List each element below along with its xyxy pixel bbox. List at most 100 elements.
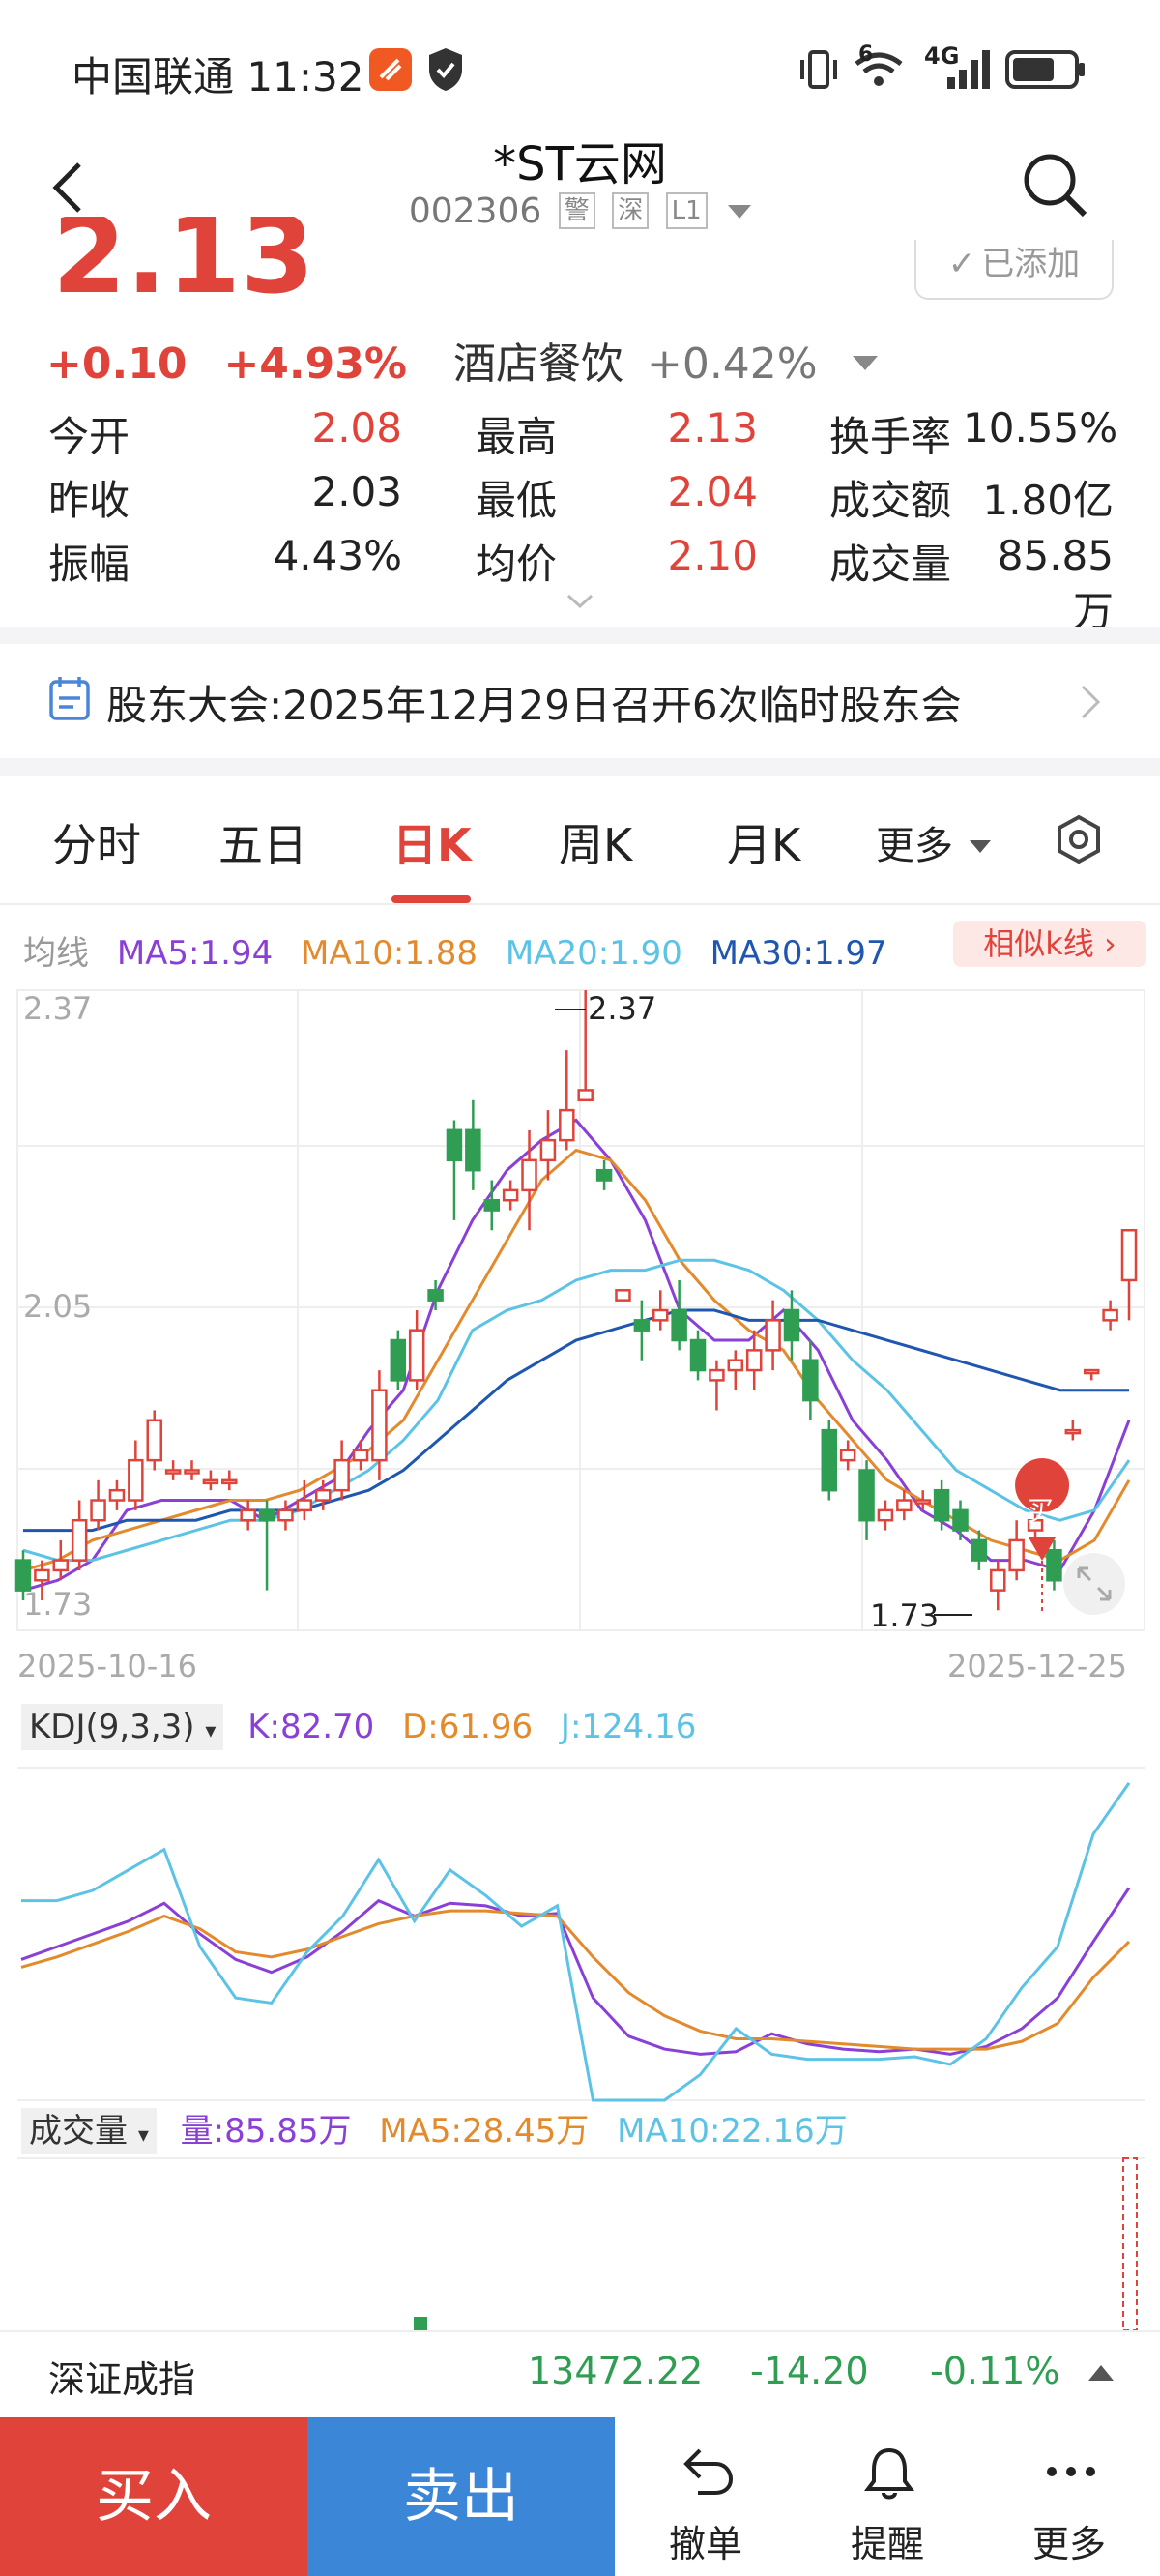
battery-icon <box>1005 50 1085 89</box>
candle-up <box>371 1389 388 1462</box>
ma20-value: MA20:1.90 <box>505 934 682 973</box>
caret-down-icon <box>728 205 752 219</box>
similar-k-button[interactable]: 相似k线 › <box>953 921 1146 967</box>
volume-bar-latest <box>1122 2157 1138 2330</box>
current-price: 2.13 <box>52 217 315 306</box>
stat-label: 最低 <box>476 477 558 524</box>
candle-down <box>258 1508 276 1522</box>
candle-down <box>595 1168 613 1182</box>
candle-up <box>1102 1308 1118 1322</box>
kdj-legend[interactable]: KDJ(9,3,3) ▾ K:82.70 D:61.96 J:124.16 <box>21 1704 697 1750</box>
calendar-icon <box>49 677 90 720</box>
stat-label: 今开 <box>48 413 130 460</box>
section-divider <box>0 903 1160 905</box>
stat-value: 10.55% <box>963 404 1118 452</box>
expand-chevron-icon[interactable] <box>566 592 594 611</box>
candle-up <box>52 1559 70 1572</box>
kdj-selector[interactable]: KDJ(9,3,3) ▾ <box>21 1704 224 1750</box>
stat-value: 85.85万 <box>997 532 1114 635</box>
sell-button[interactable]: 卖出 <box>307 2417 615 2576</box>
candles <box>14 990 1138 1611</box>
kdj-name: KDJ(9,3,3) <box>29 1708 195 1746</box>
tab-daily-k[interactable]: 日K <box>392 810 472 874</box>
ma10-line <box>22 1148 1131 1572</box>
candle-up <box>539 1138 557 1162</box>
tab-more-label: 更多 <box>876 824 953 868</box>
buy-signal-marker[interactable]: 买 <box>1015 1458 1070 1615</box>
y-tick-bottom: 1.73 <box>23 1586 92 1623</box>
candle-up <box>765 1319 781 1352</box>
chevron-right-icon[interactable] <box>1079 683 1102 721</box>
stat-label: 昨收 <box>48 477 130 524</box>
candle-up <box>221 1478 238 1485</box>
industry-caret-icon[interactable] <box>852 356 878 370</box>
candle-up <box>128 1458 144 1502</box>
candle-down <box>952 1508 969 1532</box>
stat-label: 最高 <box>476 413 558 460</box>
candle-up <box>240 1508 256 1522</box>
candle-down <box>933 1488 950 1522</box>
fullscreen-icon[interactable] <box>1063 1553 1125 1615</box>
candle-down <box>802 1359 819 1402</box>
candle-down <box>821 1428 838 1492</box>
candle-up <box>896 1499 913 1512</box>
tab-five-day[interactable]: 五日 <box>218 810 307 874</box>
stock-code: 002306 <box>408 191 542 231</box>
candle-up <box>277 1508 294 1522</box>
kdj-k: K:82.70 <box>247 1708 375 1746</box>
tab-weekly-k[interactable]: 周K <box>559 810 632 874</box>
cancel-order-button[interactable]: 撤单 <box>615 2417 797 2576</box>
ma5-value: MA5:1.94 <box>116 934 274 973</box>
candle-down <box>689 1338 707 1372</box>
price-change-row: +0.10 +4.93% 酒店餐饮 +0.42% <box>46 329 878 391</box>
candle-up <box>352 1449 369 1462</box>
price-change-pct: +4.93% <box>223 339 407 389</box>
candle-up <box>202 1478 219 1485</box>
ma-legend[interactable]: 均线 MA5:1.94 MA10:1.88 MA20:1.90 MA30:1.9… <box>23 926 905 974</box>
candle-up <box>408 1329 425 1382</box>
candle-up <box>559 1108 575 1142</box>
more-button[interactable]: 更多 <box>978 2417 1160 2576</box>
stat-label: 均价 <box>476 541 558 588</box>
price-alert-button[interactable]: 提醒 <box>797 2417 978 2576</box>
added-label: 已添加 <box>981 245 1081 283</box>
candle-up <box>1120 1229 1138 1282</box>
tab-more[interactable]: 更多 <box>876 814 991 870</box>
high-marker-label: 2.37 <box>588 990 656 1027</box>
search-icon[interactable] <box>1021 151 1090 220</box>
y-tick-mid: 2.05 <box>23 1288 92 1325</box>
undo-icon <box>683 2448 734 2495</box>
candle-up <box>990 1568 1006 1592</box>
shield-icon <box>429 48 462 91</box>
candle-up <box>334 1458 350 1492</box>
volume-selector[interactable]: 成交量 ▾ <box>21 2108 157 2154</box>
vibrate-icon <box>800 50 837 89</box>
stat-value: 4.43% <box>273 532 402 579</box>
tab-monthly-k[interactable]: 月K <box>727 810 800 874</box>
volume-legend[interactable]: 成交量 ▾ 量:85.85万 MA5:28.45万 MA10:22.16万 <box>21 2104 848 2154</box>
index-change: -14.20 <box>750 2350 869 2392</box>
kdj-d: D:61.96 <box>402 1708 534 1746</box>
candle-up <box>71 1518 88 1562</box>
volume-bar <box>414 2317 427 2330</box>
caret-down-icon <box>969 840 991 853</box>
added-to-watchlist-button[interactable]: ✓ 已添加 <box>914 240 1114 300</box>
candle-down <box>427 1289 444 1302</box>
candle-up <box>914 1499 931 1505</box>
expand-up-icon[interactable] <box>1088 2365 1114 2381</box>
chart-settings-icon[interactable] <box>1054 814 1104 864</box>
stat-value: 1.80亿 <box>982 477 1114 524</box>
candle-down <box>483 1198 500 1212</box>
active-tab-indicator <box>392 895 471 903</box>
candle-up <box>727 1359 744 1372</box>
volume-ma5: MA5:28.45万 <box>379 2112 590 2151</box>
buy-marker-label: 买 <box>1027 1495 1054 1527</box>
kdj-j: J:124.16 <box>560 1708 697 1746</box>
candle-down <box>465 1128 481 1172</box>
candle-up <box>709 1368 725 1382</box>
industry-name[interactable]: 酒店餐饮 <box>453 339 624 389</box>
stat-label: 成交额 <box>829 477 952 524</box>
tag-warning: 警 <box>558 192 595 229</box>
tab-intraday[interactable]: 分时 <box>52 810 141 874</box>
buy-button[interactable]: 买入 <box>0 2417 307 2576</box>
